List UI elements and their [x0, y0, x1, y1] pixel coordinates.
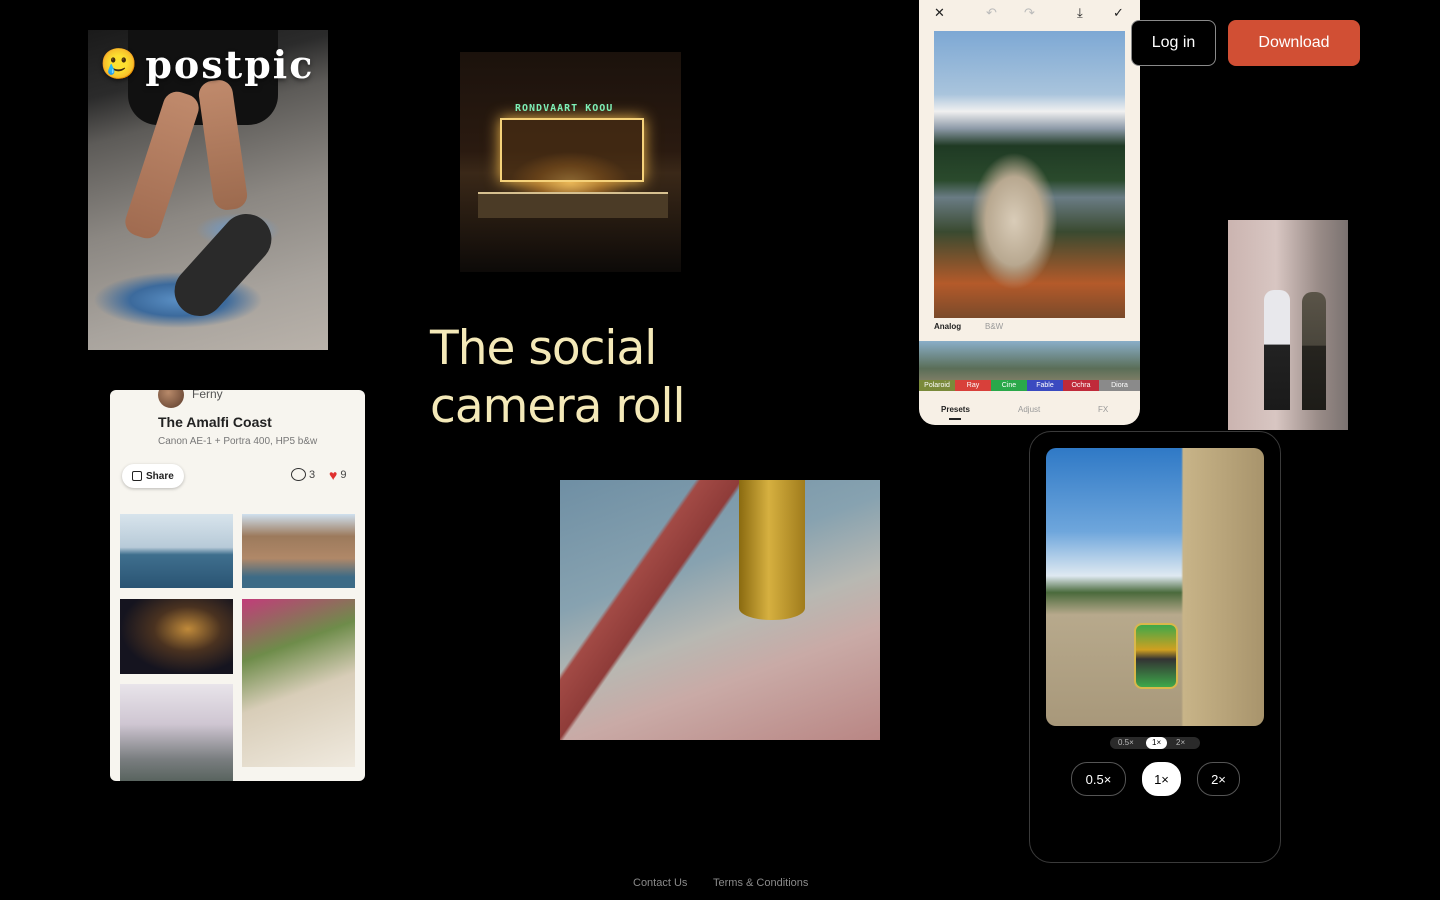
download-button[interactable]: Download	[1228, 20, 1360, 66]
editor-toolbar: ✕ ↶ ↷ ⤓ ✓	[919, 0, 1140, 28]
undo-icon[interactable]: ↶	[986, 5, 997, 21]
preset-label: Fable	[1027, 380, 1063, 391]
active-tab-indicator	[949, 418, 961, 420]
camera-emoji-icon: 🥲	[100, 46, 140, 82]
men-photo-figure	[1264, 290, 1290, 410]
post-subtitle: Canon AE-1 + Portra 400, HP5 b&w	[158, 436, 318, 447]
yellow-pole-photo	[560, 480, 880, 740]
two-men-photo	[1228, 220, 1348, 430]
share-button[interactable]: Share	[122, 464, 184, 488]
tab-fx[interactable]: FX	[1098, 405, 1108, 414]
hero-tagline: The social camera roll	[430, 320, 790, 436]
night-photo-house	[500, 118, 644, 182]
zoom-mini-selector: 0.5× 1× 2×	[1110, 737, 1200, 749]
tagline-line2: camera roll	[430, 379, 686, 434]
post-thumbnail[interactable]	[120, 514, 233, 588]
preset-item[interactable]: Ochra	[1063, 341, 1099, 391]
contact-link[interactable]: Contact Us	[633, 877, 687, 889]
editor-photo	[934, 31, 1125, 318]
comments-count: 3	[309, 468, 316, 481]
zoom-mini-option: 0.5×	[1118, 738, 1134, 747]
preset-item[interactable]: Ray	[955, 341, 991, 391]
check-icon[interactable]: ✓	[1113, 5, 1124, 21]
night-boat-photo: RONDVAART KOOU	[460, 52, 681, 272]
night-photo-sign: RONDVAART KOOU	[515, 103, 614, 114]
zoom-mini-option: 1×	[1146, 737, 1168, 749]
heart-icon: ♥	[329, 467, 338, 483]
pole-photo-post	[739, 480, 805, 620]
preset-item[interactable]: Cine	[991, 341, 1027, 391]
tab-adjust[interactable]: Adjust	[1018, 405, 1040, 414]
comment-icon	[291, 468, 306, 481]
preset-item[interactable]: Diora	[1099, 341, 1140, 391]
likes-stat[interactable]: ♥ 9	[329, 468, 346, 482]
zoom-0-5x-button[interactable]: 0.5×	[1071, 762, 1126, 796]
comments-stat[interactable]: 3	[291, 468, 315, 481]
post-thumbnail[interactable]	[120, 684, 233, 781]
tab-presets[interactable]: Presets	[941, 405, 970, 414]
close-icon[interactable]: ✕	[934, 5, 945, 21]
men-photo-figure	[1302, 292, 1326, 410]
zoom-1x-button[interactable]: 1×	[1142, 762, 1181, 796]
brand-name: postpic	[145, 42, 315, 87]
zoom-mini-option: 2×	[1176, 738, 1186, 747]
preset-label: Ochra	[1063, 380, 1099, 391]
tagline-line1: The social	[430, 321, 657, 376]
download-icon[interactable]: ⤓	[1077, 5, 1083, 21]
redo-icon[interactable]: ↷	[1024, 5, 1035, 21]
post-thumbnail[interactable]	[120, 599, 233, 674]
post-title: The Amalfi Coast	[158, 414, 272, 430]
share-label: Share	[146, 470, 174, 482]
brand-logo[interactable]: 🥲 postpic	[100, 42, 314, 87]
camera-sticker-icon[interactable]	[1134, 623, 1178, 689]
login-button[interactable]: Log in	[1131, 20, 1216, 66]
post-author: Ferny	[192, 390, 223, 401]
preset-item[interactable]: Fable	[1027, 341, 1063, 391]
preset-label: Diora	[1099, 380, 1140, 391]
tab-analog[interactable]: Analog	[934, 322, 961, 331]
camera-phone-mockup: 0.5× 1× 2× 0.5× 1× 2×	[1029, 431, 1281, 863]
terms-link[interactable]: Terms & Conditions	[713, 877, 808, 889]
night-photo-boat	[478, 192, 668, 218]
preset-item[interactable]: Polaroid	[919, 341, 955, 391]
instagram-icon	[132, 471, 142, 481]
camera-viewfinder	[1046, 448, 1264, 726]
zoom-2x-button[interactable]: 2×	[1197, 762, 1240, 796]
preset-strip: Polaroid Ray Cine Fable Ochra Diora	[919, 341, 1140, 391]
post-card: Ferny The Amalfi Coast Canon AE-1 + Port…	[110, 390, 365, 781]
skate-photo-board	[164, 203, 282, 327]
avatar	[158, 390, 184, 408]
likes-count: 9	[340, 469, 347, 481]
post-thumbnail[interactable]	[242, 514, 355, 588]
tab-bw[interactable]: B&W	[985, 322, 1003, 331]
editor-phone-mockup: ✕ ↶ ↷ ⤓ ✓ Analog B&W Polaroid Ray Cine F…	[919, 0, 1140, 425]
preset-label: Cine	[991, 380, 1027, 391]
preset-label: Polaroid	[919, 380, 955, 391]
post-thumbnail[interactable]	[242, 599, 355, 767]
preset-label: Ray	[955, 380, 991, 391]
